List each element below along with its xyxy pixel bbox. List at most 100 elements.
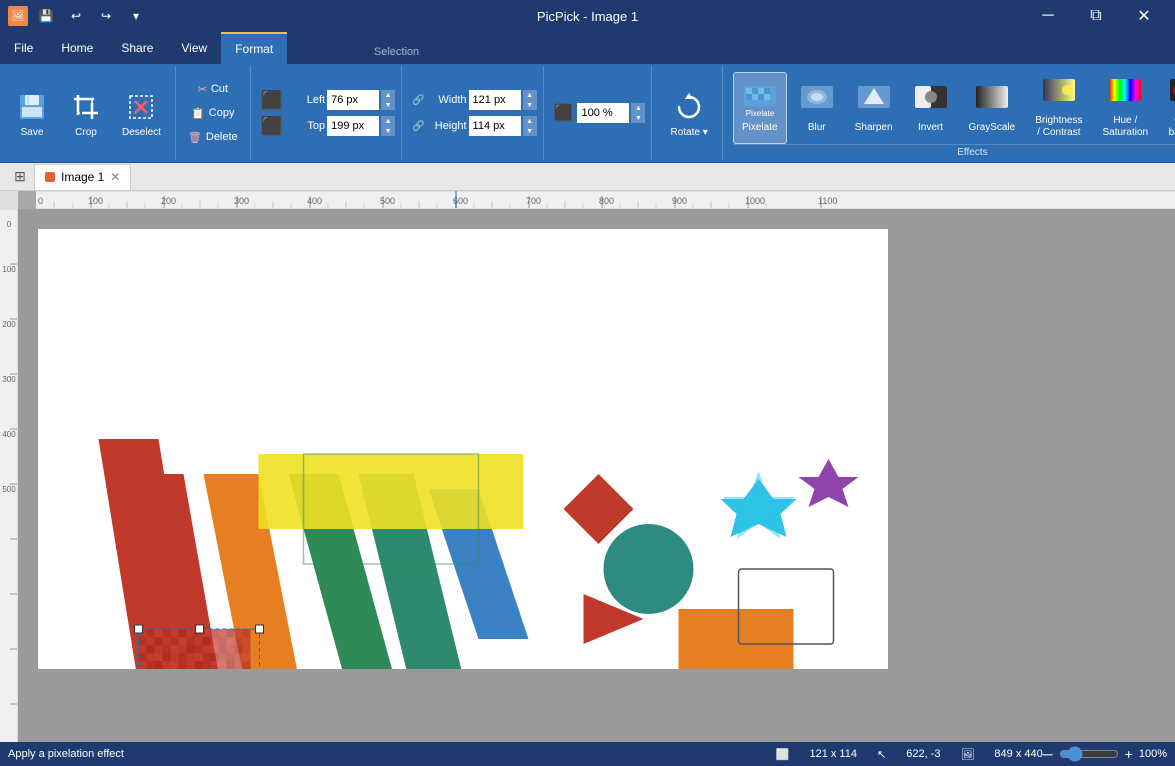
tab-file[interactable]: File <box>0 32 47 64</box>
delete-icon: 🗑 <box>188 131 202 144</box>
status-message: Apply a pixelation effect <box>8 748 776 760</box>
left-spinner[interactable]: ▲ ▼ <box>381 90 395 110</box>
ribbon-tabs: File Home Share View Format Selection <box>0 32 1175 64</box>
status-bar: Apply a pixelation effect ⬜ 121 x 114 ↖ … <box>0 742 1175 766</box>
main-area: 0 100 200 300 <box>0 191 1175 742</box>
canvas-viewport[interactable]: Hello world. Shapes LINE <box>18 209 1175 742</box>
width-spinner[interactable]: ▲ ▼ <box>523 90 537 110</box>
svg-text:700: 700 <box>526 196 541 206</box>
crop-icon <box>68 89 104 125</box>
rotate-button[interactable]: Rotate ▾ <box>662 77 715 149</box>
right-gray-area <box>888 229 1175 742</box>
ribbon: Save Crop Deselect ✂ Cut <box>0 64 1175 163</box>
top-spinner[interactable]: ▲ ▼ <box>381 116 395 136</box>
ribbon-group-effects-content: Pixelate Pixelate Blur <box>733 68 1175 144</box>
quick-customize-btn[interactable]: ▾ <box>124 4 148 28</box>
doc-tab-label: Image 1 <box>61 170 104 184</box>
height-input[interactable] <box>469 116 521 136</box>
rotate-label: Rotate ▾ <box>670 127 707 138</box>
tab-share[interactable]: Share <box>107 32 167 64</box>
document-tab-image1[interactable]: Image 1 ✕ <box>34 164 131 190</box>
svg-text:200: 200 <box>2 320 16 329</box>
tab-home[interactable]: Home <box>47 32 107 64</box>
close-btn[interactable]: ✕ <box>1121 0 1167 32</box>
pixelate-button[interactable]: Pixelate Pixelate <box>733 72 787 144</box>
copy-button[interactable]: 📋 Copy <box>185 102 240 124</box>
color-balance-button[interactable]: Colorbalance <box>1160 72 1175 144</box>
status-image-icon: 🖼 <box>960 748 974 761</box>
ribbon-group-main-content: Save Crop Deselect <box>6 68 169 158</box>
height-label: Height <box>429 120 467 132</box>
width-down-btn[interactable]: ▼ <box>523 100 537 110</box>
link-icon2: 🔗 <box>412 121 424 132</box>
svg-text:100: 100 <box>88 196 103 206</box>
ribbon-group-clipboard-content: ✂ Cut 📋 Copy 🗑 Delete <box>182 68 244 158</box>
delete-button[interactable]: 🗑 Delete <box>182 126 244 148</box>
ribbon-group-clipboard: ✂ Cut 📋 Copy 🗑 Delete <box>176 66 251 160</box>
blur-button[interactable]: Blur <box>791 72 843 144</box>
blur-label: Blur <box>808 122 826 133</box>
top-arrow-icon: ⬛ <box>261 116 283 137</box>
svg-text:0: 0 <box>7 220 12 229</box>
top-down-btn[interactable]: ▼ <box>381 126 395 136</box>
height-up-btn[interactable]: ▲ <box>523 116 537 126</box>
copy-icon: 📋 <box>191 107 205 120</box>
width-input[interactable] <box>469 90 521 110</box>
hue-button[interactable]: Hue /Saturation <box>1094 72 1156 144</box>
quick-redo-btn[interactable]: ↪ <box>94 4 118 28</box>
blur-icon <box>799 84 835 120</box>
sharpen-button[interactable]: Sharpen <box>847 72 901 144</box>
tab-format[interactable]: Format <box>221 32 287 64</box>
ruler-v-svg: 0 100 200 300 400 500 <box>0 209 18 742</box>
horizontal-ruler: 0 100 200 300 <box>36 191 1175 209</box>
link-icon: 🔗 <box>412 95 424 106</box>
minimize-btn[interactable]: ─ <box>1025 0 1071 32</box>
left-input[interactable] <box>327 90 379 110</box>
quick-save-btn[interactable]: 💾 <box>34 4 58 28</box>
zoom-in-btn[interactable]: + <box>1125 746 1133 762</box>
zoom-up-btn[interactable]: ▲ <box>631 103 645 113</box>
width-field-row: 🔗 Width ▲ ▼ <box>412 89 536 111</box>
rotate-icon <box>671 89 707 125</box>
height-spinner[interactable]: ▲ ▼ <box>523 116 537 136</box>
crop-label: Crop <box>75 127 97 138</box>
left-up-btn[interactable]: ▲ <box>381 90 395 100</box>
zoom-input[interactable] <box>577 103 629 123</box>
zoom-slider[interactable] <box>1059 746 1119 762</box>
status-selection-size: 121 x 114 <box>809 748 857 761</box>
svg-text:400: 400 <box>307 196 322 206</box>
close-tab-btn[interactable]: ✕ <box>110 170 120 184</box>
svg-text:400: 400 <box>2 430 16 439</box>
invert-label: Invert <box>918 122 943 133</box>
zoom-out-btn[interactable]: ─ <box>1043 746 1053 762</box>
restore-btn[interactable]: ⧉ <box>1073 0 1119 32</box>
tab-view[interactable]: View <box>167 32 221 64</box>
invert-button[interactable]: Invert <box>905 72 957 144</box>
cut-button[interactable]: ✂ Cut <box>192 78 234 100</box>
top-input[interactable] <box>327 116 379 136</box>
quick-undo-btn[interactable]: ↩ <box>64 4 88 28</box>
title-bar: 🖼 💾 ↩ ↪ ▾ PicPick - Image 1 ─ ⧉ ✕ <box>0 0 1175 32</box>
width-up-btn[interactable]: ▲ <box>523 90 537 100</box>
top-up-btn[interactable]: ▲ <box>381 116 395 126</box>
grayscale-button[interactable]: GrayScale <box>961 72 1024 144</box>
height-down-btn[interactable]: ▼ <box>523 126 537 136</box>
save-button[interactable]: Save <box>6 77 58 149</box>
view-grid-btn[interactable]: ⊞ <box>8 165 32 189</box>
brightness-button[interactable]: Brightness/ Contrast <box>1027 72 1090 144</box>
svg-text:300: 300 <box>234 196 249 206</box>
zoom-percent: 100% <box>1139 748 1167 760</box>
zoom-spinner[interactable]: ▲ ▼ <box>631 103 645 123</box>
color-balance-label: Colorbalance <box>1169 115 1175 139</box>
ribbon-group-position: ⬛ Left ▲ ▼ ⬛ Top ▲ ▼ <box>255 66 402 160</box>
left-down-btn[interactable]: ▼ <box>381 100 395 110</box>
zoom-field-row: ⬛ ▲ ▼ <box>554 102 646 124</box>
deselect-button[interactable]: Deselect <box>114 77 169 149</box>
crop-button[interactable]: Crop <box>60 77 112 149</box>
ribbon-group-rotate-content: Rotate ▾ <box>662 68 715 158</box>
deselect-icon <box>123 89 159 125</box>
zoom-down-btn[interactable]: ▼ <box>631 113 645 123</box>
hue-icon <box>1107 77 1143 113</box>
grayscale-icon <box>974 84 1010 120</box>
app-title: PicPick - Image 1 <box>537 9 638 24</box>
